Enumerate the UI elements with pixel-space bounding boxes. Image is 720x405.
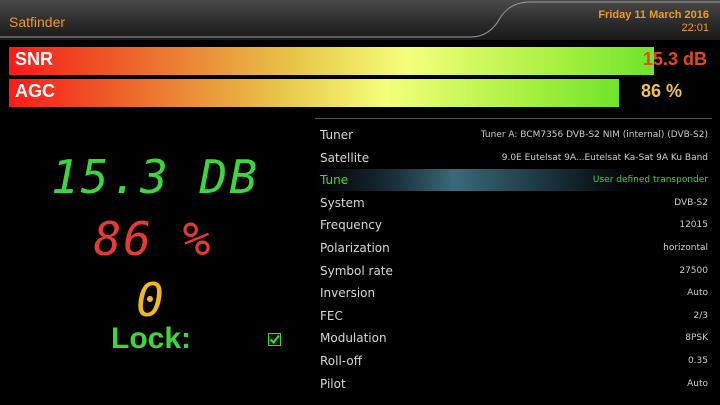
info-label-modulation: Modulation [320, 331, 387, 346]
ber-readout: 0 [136, 273, 166, 327]
info-label-tuner: Tuner [320, 128, 354, 142]
info-value-inversion: Auto [687, 288, 708, 299]
info-label-symbol-rate: Symbol rate [320, 263, 393, 278]
info-label-frequency: Frequency [320, 218, 382, 233]
agc-readout: 86 % [93, 212, 213, 266]
snr-label: SNR [15, 49, 54, 69]
info-label-system: System [320, 195, 365, 210]
info-label-fec: FEC [320, 308, 343, 323]
tuning-info-panel: Tuner Tuner A: BCM7356 DVB-S2 NIM (intern… [315, 118, 712, 405]
info-value-fec: 2/3 [693, 310, 708, 321]
info-value-modulation: 8PSK [685, 333, 708, 344]
agc-meter-fill [9, 79, 619, 107]
info-label-roll-off: Roll-off [320, 354, 362, 368]
info-value-pilot: Auto [687, 378, 708, 389]
snr-meter: SNR 15.3 dB [9, 47, 710, 75]
time-display: 22:01 [681, 22, 709, 34]
agc-label: AGC [15, 81, 55, 101]
info-row-tune[interactable]: Tune User defined transponder [315, 169, 712, 192]
info-value-tune: User defined transponder [592, 175, 708, 186]
info-value-system: DVB-S2 [674, 197, 708, 208]
app-title: Satfinder [9, 14, 66, 30]
info-value-polarization: horizontal [663, 243, 708, 253]
info-value-frequency: 12015 [679, 220, 708, 231]
info-value-symbol-rate: 27500 [679, 265, 708, 276]
info-row-fec[interactable]: FEC 2/3 [315, 305, 712, 327]
info-value-tuner: Tuner A: BCM7356 DVB-S2 NIM (internal) (… [480, 130, 708, 140]
lock-checkmark-icon [268, 333, 281, 346]
info-row-pilot[interactable]: Pilot Auto [315, 373, 712, 395]
info-row-tuner[interactable]: Tuner Tuner A: BCM7356 DVB-S2 NIM (intern… [315, 124, 712, 146]
info-label-inversion: Inversion [320, 286, 376, 301]
info-value-roll-off: 0.35 [687, 356, 708, 366]
snr-meter-fill [9, 47, 654, 75]
header-bar: Satfinder Friday 11 March 2016 22:01 [0, 0, 720, 40]
info-label-pilot: Pilot [320, 376, 346, 391]
info-row-polarization[interactable]: Polarization horizontal [315, 237, 712, 259]
date-display: Friday 11 March 2016 [598, 9, 709, 21]
agc-meter: AGC 86 % [9, 79, 710, 107]
info-label-polarization: Polarization [320, 241, 390, 255]
info-row-satellite[interactable]: Satellite 9.0E Eutelsat 9A...Eutelsat Ka-… [315, 147, 712, 169]
info-row-roll-off[interactable]: Roll-off 0.35 [315, 350, 712, 372]
info-row-inversion[interactable]: Inversion Auto [315, 282, 712, 304]
info-label-tune: Tune [320, 173, 349, 188]
info-row-system[interactable]: System DVB-S2 [315, 192, 712, 214]
panel-divider [315, 118, 712, 119]
lock-label: Lock: [111, 322, 192, 355]
info-row-modulation[interactable]: Modulation 8PSK [315, 327, 712, 349]
agc-value: 86 % [640, 81, 682, 101]
snr-value: 15.3 dB [642, 49, 707, 69]
snr-readout: 15.3 DB [51, 150, 259, 204]
info-row-symbol-rate[interactable]: Symbol rate 27500 [315, 260, 712, 282]
info-value-satellite: 9.0E Eutelsat 9A...Eutelsat Ka-Sat 9A Ku… [501, 152, 708, 163]
info-label-satellite: Satellite [320, 150, 370, 165]
info-row-frequency[interactable]: Frequency 12015 [315, 214, 712, 236]
